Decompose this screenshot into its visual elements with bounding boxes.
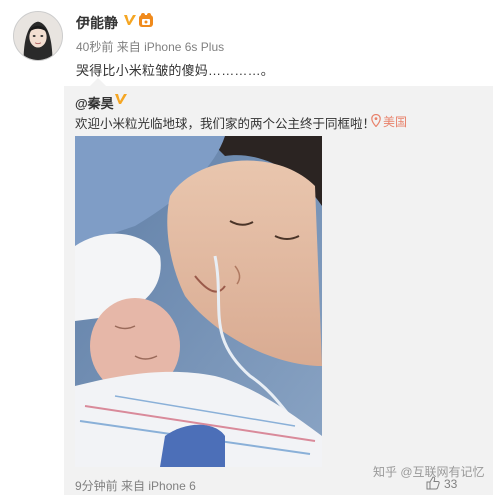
repost-arrow	[90, 78, 106, 86]
repost-text: 欢迎小米粒光临地球，我们家的两个公主终于同框啦！	[75, 113, 375, 132]
repost-time[interactable]: 9分钟前	[75, 479, 118, 493]
post-content: 哭得比小米粒皱的傻妈…………。	[76, 63, 275, 78]
repost-photo[interactable]	[75, 136, 322, 467]
location-pin-icon	[371, 114, 381, 127]
avatar-image	[14, 12, 62, 60]
like-icon[interactable]	[426, 476, 440, 490]
repost-author[interactable]: @秦昊	[75, 93, 114, 112]
repost-location[interactable]: 美国	[383, 113, 407, 130]
like-count: 33	[444, 477, 458, 491]
photo-mother-and-newborn	[75, 136, 322, 467]
post-time[interactable]: 40秒前	[76, 40, 113, 54]
verified-icon	[115, 94, 127, 104]
post-device[interactable]: iPhone 6s Plus	[144, 40, 224, 54]
weibo-post: 伊能静 40秒前 来自 iPhone 6s Plus 哭得比小米粒皱的傻妈…………	[0, 0, 493, 495]
badge-icon[interactable]	[138, 12, 154, 28]
repost-from-label: 来自	[121, 479, 146, 493]
verified-icon	[124, 15, 136, 25]
repost-text-body: 欢迎小米粒光临地球，我们家的两个公主终于同框啦！	[75, 117, 376, 131]
post-author[interactable]: 伊能静	[76, 13, 118, 33]
post-from-label: 来自	[116, 40, 141, 54]
avatar[interactable]	[13, 11, 63, 61]
repost-meta: 9分钟前 来自 iPhone 6	[75, 477, 196, 494]
post-meta: 40秒前 来自 iPhone 6s Plus	[76, 38, 224, 55]
repost-device[interactable]: iPhone 6	[148, 479, 195, 493]
